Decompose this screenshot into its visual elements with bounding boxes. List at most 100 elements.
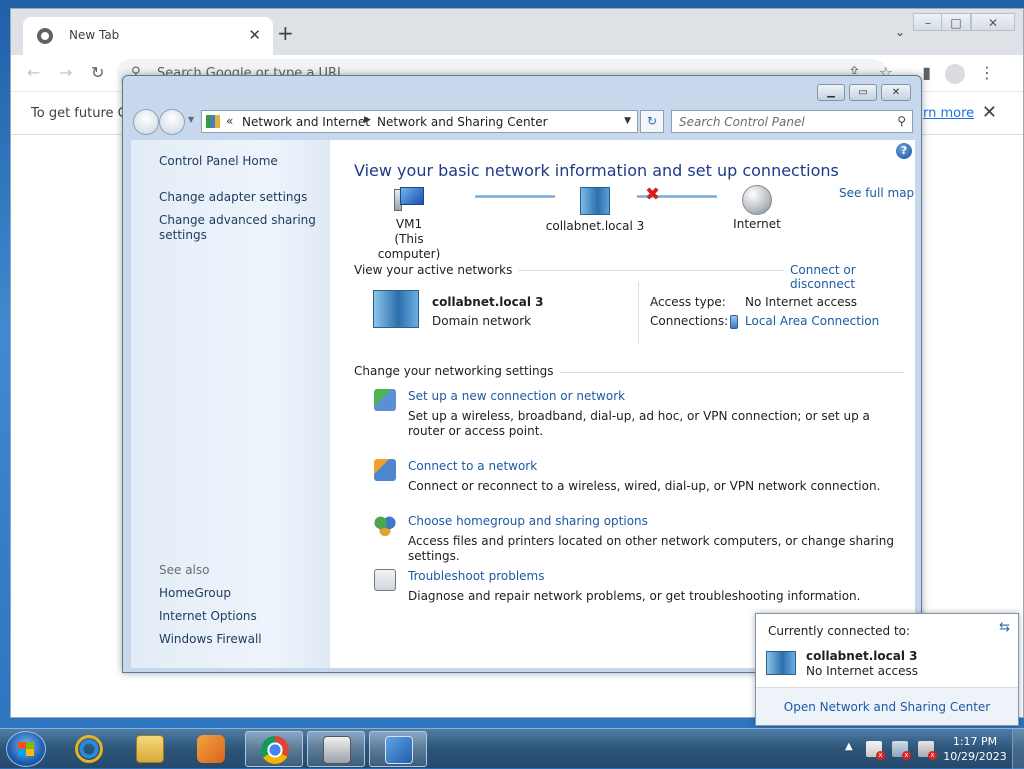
new-tab-button[interactable]: + <box>277 23 294 43</box>
setup-connection-link[interactable]: Set up a new connection or network <box>408 389 625 403</box>
access-type-label: Access type: <box>650 295 726 309</box>
internet-label: Internet <box>733 217 781 231</box>
refresh-button[interactable]: ↻ <box>640 110 664 133</box>
connect-or-disconnect-link[interactable]: Connect or disconnect <box>784 263 915 291</box>
infobar-learn-more-link[interactable]: rn more <box>923 106 974 121</box>
profile-avatar-icon[interactable] <box>945 64 965 84</box>
chrome-tab-strip: New Tab ✕ + ⌄ – □ ✕ <box>11 9 1023 55</box>
forward-arrow-icon[interactable]: → <box>59 63 72 82</box>
chrome-icon <box>261 736 289 764</box>
show-desktop-button[interactable] <box>1012 729 1024 769</box>
local-area-connection-link[interactable]: Local Area Connection <box>745 314 879 328</box>
no-connection-x-icon[interactable]: ✖ <box>645 184 660 205</box>
start-button[interactable] <box>6 731 46 767</box>
troubleshoot-link[interactable]: Troubleshoot problems <box>408 569 544 583</box>
homegroup-sharing-link[interactable]: Choose homegroup and sharing options <box>408 514 648 528</box>
tab-search-chevron-icon[interactable]: ⌄ <box>895 25 905 39</box>
volume-icon[interactable]: x <box>918 741 937 760</box>
flyout-network-name: collabnet.local 3 <box>806 649 918 663</box>
taskbar-google-chrome[interactable] <box>245 731 303 767</box>
flyout-refresh-icon[interactable]: ⇆ <box>999 620 1010 635</box>
map-node-network[interactable]: collabnet.local 3 <box>545 187 645 234</box>
chrome-minimize-button[interactable]: – <box>913 13 943 31</box>
reload-icon[interactable]: ↻ <box>91 63 104 82</box>
chrome-maximize-button[interactable]: □ <box>941 13 971 31</box>
active-network-category[interactable]: Domain network <box>432 314 531 328</box>
window-minimize-button[interactable]: ▁ <box>817 84 845 101</box>
breadcrumb-network-and-internet[interactable]: Network and Internet <box>242 115 370 129</box>
window-maximize-button[interactable]: ▭ <box>849 84 877 101</box>
tab-new-tab[interactable]: New Tab ✕ <box>23 17 273 55</box>
breadcrumb-overflow[interactable]: « <box>226 114 233 128</box>
change-adapter-settings-link[interactable]: Change adapter settings <box>159 190 319 205</box>
taskbar-control-panel[interactable] <box>369 731 427 767</box>
connect-network-desc: Connect or reconnect to a wireless, wire… <box>408 479 881 493</box>
infobar-message: To get future Go <box>31 106 136 121</box>
setup-connection-icon[interactable] <box>374 389 396 411</box>
printer-icon <box>323 736 351 764</box>
taskbar-internet-explorer[interactable] <box>60 731 118 767</box>
infobar-close-icon[interactable]: ✕ <box>982 102 997 123</box>
connect-network-icon[interactable] <box>374 459 396 481</box>
access-type-value: No Internet access <box>745 295 858 309</box>
network-tray-icon[interactable]: x <box>892 741 911 760</box>
homegroup-link[interactable]: HomeGroup <box>159 586 319 601</box>
back-arrow-icon[interactable]: ← <box>27 63 40 82</box>
homegroup-icon[interactable] <box>374 514 396 536</box>
windows-firewall-link[interactable]: Windows Firewall <box>159 632 319 647</box>
domain-network-icon[interactable] <box>373 290 419 328</box>
taskbar-devices-printers[interactable] <box>307 731 365 767</box>
network-flyout: Currently connected to: ⇆ collabnet.loca… <box>755 613 1019 726</box>
active-networks-heading: View your active networks <box>354 263 519 277</box>
window-close-button[interactable]: ✕ <box>881 84 911 101</box>
breadcrumb-network-sharing-center[interactable]: Network and Sharing Center <box>377 115 548 129</box>
map-node-computer[interactable]: VM1 (This computer) <box>364 187 454 262</box>
search-control-panel-input[interactable]: Search Control Panel ⚲ <box>671 110 913 133</box>
see-full-map-link[interactable]: See full map <box>839 186 914 200</box>
network-sharing-center-window: ▁ ▭ ✕ ▼ « Network and Internet ▶ Network… <box>122 75 922 673</box>
back-button[interactable] <box>133 109 159 135</box>
internet-options-link[interactable]: Internet Options <box>159 609 319 624</box>
control-panel-home-link[interactable]: Control Panel Home <box>159 154 319 169</box>
side-panel-icon[interactable]: ▮ <box>922 63 931 82</box>
tab-close-icon[interactable]: ✕ <box>248 26 261 44</box>
page-title: View your basic network information and … <box>354 161 839 180</box>
troubleshoot-icon[interactable] <box>374 569 396 591</box>
change-advanced-sharing-link[interactable]: Change advanced sharing settings <box>159 213 319 243</box>
folder-icon <box>136 735 164 763</box>
taskbar-windows-explorer[interactable] <box>121 731 179 767</box>
navigation-bar: ▼ « Network and Internet ▶ Network and S… <box>131 106 915 136</box>
task-setup-connection: Set up a new connection or network Set u… <box>354 389 909 439</box>
flyout-network-icon <box>766 651 796 675</box>
connect-network-link[interactable]: Connect to a network <box>408 459 537 473</box>
flyout-title: Currently connected to: <box>768 624 911 638</box>
help-icon[interactable]: ? <box>896 143 912 159</box>
action-center-flag-icon[interactable]: x <box>866 741 885 760</box>
system-clock[interactable]: 1:17 PM 10/29/2023 <box>940 734 1010 764</box>
show-hidden-icons-icon[interactable]: ▲ <box>845 741 853 752</box>
chrome-close-button[interactable]: ✕ <box>971 13 1015 31</box>
taskbar: ▲ x x x 1:17 PM 10/29/2023 <box>0 728 1024 769</box>
chrome-favicon-icon <box>37 28 53 44</box>
task-troubleshoot: Troubleshoot problems Diagnose and repai… <box>354 569 909 609</box>
chrome-menu-icon[interactable]: ⋮ <box>979 63 995 82</box>
clock-time: 1:17 PM <box>952 735 998 748</box>
troubleshoot-desc: Diagnose and repair network problems, or… <box>408 589 861 603</box>
control-panel-icon <box>385 736 413 764</box>
main-pane: ? View your basic network information an… <box>330 140 915 668</box>
task-pane: Control Panel Home Change adapter settin… <box>131 140 330 668</box>
taskbar-media-player[interactable] <box>182 731 240 767</box>
breadcrumb-separator-icon[interactable]: ▶ <box>364 115 371 125</box>
globe-icon <box>742 185 772 215</box>
map-node-internet[interactable]: Internet <box>722 185 792 232</box>
open-network-sharing-center-link[interactable]: Open Network and Sharing Center <box>756 700 1018 714</box>
search-icon[interactable]: ⚲ <box>897 114 906 128</box>
tab-title: New Tab <box>69 28 120 42</box>
media-player-icon <box>197 735 225 763</box>
address-dropdown-icon[interactable]: ▼ <box>624 116 631 126</box>
network-icon <box>580 187 610 215</box>
address-bar[interactable]: « Network and Internet ▶ Network and Sha… <box>201 110 638 133</box>
homegroup-sharing-desc: Access files and printers located on oth… <box>408 534 894 563</box>
forward-button[interactable] <box>159 109 185 135</box>
recent-pages-dropdown-icon[interactable]: ▼ <box>188 115 194 124</box>
